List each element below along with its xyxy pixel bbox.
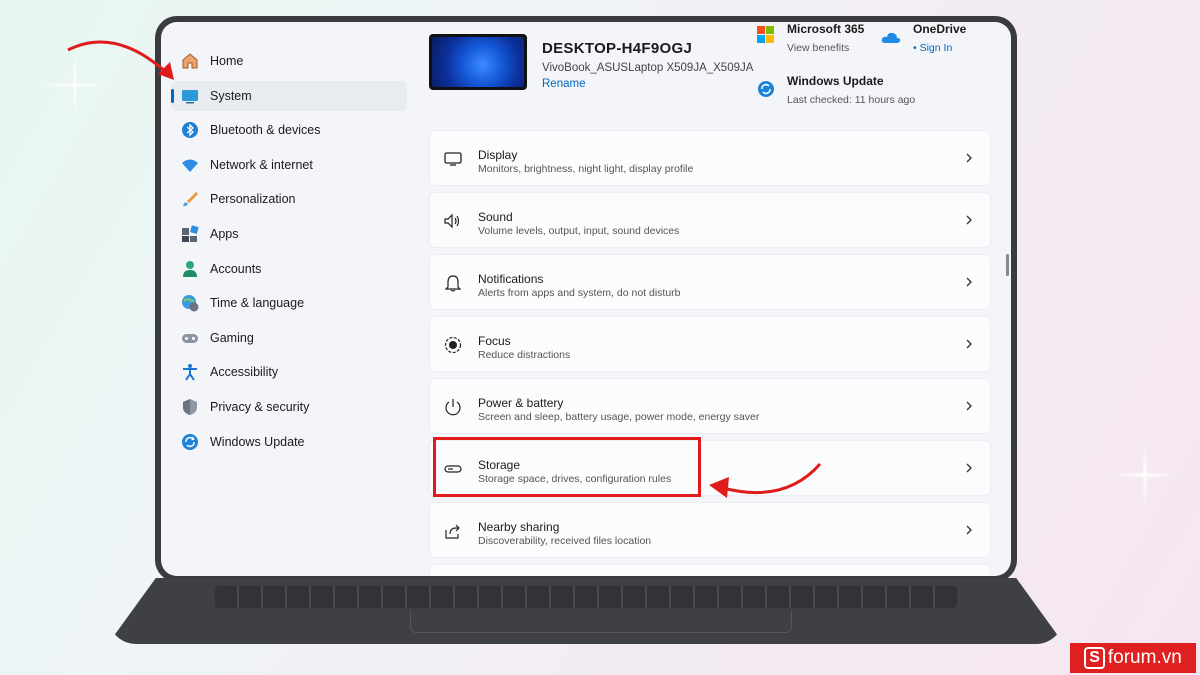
microsoft365-tile[interactable]: Microsoft 365 View benefits (757, 22, 864, 54)
settings-row-focus[interactable]: Focus Reduce distractions (429, 316, 991, 372)
chevron-right-icon (966, 401, 972, 411)
onedrive-title: OneDrive (913, 22, 967, 36)
laptop-keyboard (215, 586, 957, 608)
chevron-right-icon (966, 525, 972, 535)
sidebar-item-accessibility[interactable]: Accessibility (171, 357, 407, 387)
sidebar-item-label: Accessibility (210, 365, 279, 380)
sidebar-item-system[interactable]: System (171, 80, 407, 111)
row-title: Power & battery (478, 396, 564, 410)
settings-row-nearby-sharing[interactable]: Nearby sharing Discoverability, received… (429, 502, 991, 558)
sidebar-nav: Home System Bluetooth & devices Network … (171, 46, 407, 461)
sidebar-item-bluetooth[interactable]: Bluetooth & devices (171, 115, 407, 145)
settings-row-power-battery[interactable]: Power & battery Screen and sleep, batter… (429, 378, 991, 434)
bell-icon (444, 274, 462, 292)
row-title: Display (478, 148, 518, 162)
onedrive-tile[interactable]: OneDrive • Sign In (881, 22, 966, 54)
update-icon (181, 433, 199, 451)
update-icon (758, 81, 774, 97)
speaker-icon (444, 212, 462, 230)
chevron-right-icon (966, 215, 972, 225)
sidebar-item-label: Personalization (210, 192, 296, 207)
row-title: Sound (478, 210, 513, 224)
arrow-to-system-annotation (67, 40, 174, 80)
cloud-icon (881, 32, 901, 43)
sidebar-item-gaming[interactable]: Gaming (171, 323, 407, 353)
storage-highlight-box (433, 437, 701, 497)
accessibility-icon (181, 363, 199, 381)
row-subtitle: Alerts from apps and system, do not dist… (478, 287, 681, 299)
sidebar-item-accounts[interactable]: Accounts (171, 254, 407, 284)
windows-update-subtitle: Last checked: 11 hours ago (787, 94, 916, 106)
sidebar-item-home[interactable]: Home (171, 46, 407, 76)
share-icon (444, 522, 462, 540)
sidebar-item-windows-update[interactable]: Windows Update (171, 427, 407, 457)
settings-row-sound[interactable]: Sound Volume levels, output, input, soun… (429, 192, 991, 248)
chevron-right-icon (966, 463, 972, 473)
sidebar-item-personalization[interactable]: Personalization (171, 184, 407, 214)
wallpaper-preview (432, 37, 524, 87)
focus-icon (444, 336, 462, 354)
brand-logo-letter: S (1084, 647, 1105, 669)
sidebar-item-label: Accounts (210, 261, 262, 276)
sidebar-item-privacy[interactable]: Privacy & security (171, 392, 407, 422)
microsoft365-subtitle: View benefits (787, 42, 850, 54)
arrow-to-storage-annotation (709, 463, 822, 498)
person-icon (181, 260, 199, 278)
sidebar-item-label: System (210, 88, 252, 103)
sidebar-item-apps[interactable]: Apps (171, 219, 407, 249)
windows-update-tile[interactable]: Windows Update Last checked: 11 hours ago (757, 74, 915, 106)
sparkle-decoration (1100, 430, 1190, 520)
device-thumbnail (429, 34, 527, 90)
chevron-right-icon (966, 153, 972, 163)
sidebar-item-label: Home (210, 54, 244, 68)
sidebar-item-network[interactable]: Network & internet (171, 150, 407, 180)
sidebar-item-label: Network & internet (210, 157, 313, 172)
row-title: Notifications (478, 272, 544, 286)
device-model: VivoBook_ASUSLaptop X509JA_X509JA (542, 62, 754, 74)
row-title: Focus (478, 334, 511, 348)
row-title: Nearby sharing (478, 520, 560, 534)
row-subtitle: Monitors, brightness, night light, displ… (478, 163, 694, 175)
onedrive-subtitle: • Sign In (913, 42, 953, 54)
laptop-touchpad (410, 610, 792, 633)
wifi-icon (181, 156, 199, 174)
bluetooth-icon (181, 121, 199, 139)
brand-logo-text: forum.vn (1107, 647, 1182, 668)
sidebar-item-label: Time & language (210, 296, 305, 311)
brush-icon (181, 190, 199, 208)
settings-row-display[interactable]: Display Monitors, brightness, night ligh… (429, 130, 991, 186)
monitor-icon (444, 150, 462, 168)
microsoft365-title: Microsoft 365 (787, 22, 865, 36)
controller-icon (181, 329, 199, 347)
row-subtitle: Volume levels, output, input, sound devi… (478, 225, 680, 237)
chevron-right-icon (966, 277, 972, 287)
globe-clock-icon (181, 294, 199, 312)
apps-icon (181, 225, 199, 243)
row-subtitle: Reduce distractions (478, 349, 571, 361)
settings-row-notifications[interactable]: Notifications Alerts from apps and syste… (429, 254, 991, 310)
sidebar-item-label: Bluetooth & devices (210, 123, 321, 138)
power-icon (444, 398, 462, 416)
microsoft-logo-icon (757, 26, 774, 43)
sidebar-item-time-language[interactable]: Time & language (171, 288, 407, 318)
sidebar-item-label: Gaming (210, 330, 254, 345)
row-subtitle: Discoverability, received files location (478, 535, 652, 547)
shield-icon (181, 398, 199, 416)
brand-logo: S forum.vn (1070, 643, 1196, 673)
windows-update-title: Windows Update (787, 74, 884, 88)
sidebar-item-label: Windows Update (210, 434, 305, 449)
settings-row-partial[interactable] (429, 564, 991, 576)
sidebar-item-label: Apps (210, 226, 239, 241)
device-name: DESKTOP-H4F9OGJ (542, 40, 693, 57)
rename-link[interactable]: Rename (542, 78, 585, 90)
chevron-right-icon (966, 339, 972, 349)
scrollbar-thumb[interactable] (1006, 254, 1009, 276)
sidebar-item-label: Privacy & security (210, 399, 310, 414)
row-subtitle: Screen and sleep, battery usage, power m… (478, 411, 760, 423)
